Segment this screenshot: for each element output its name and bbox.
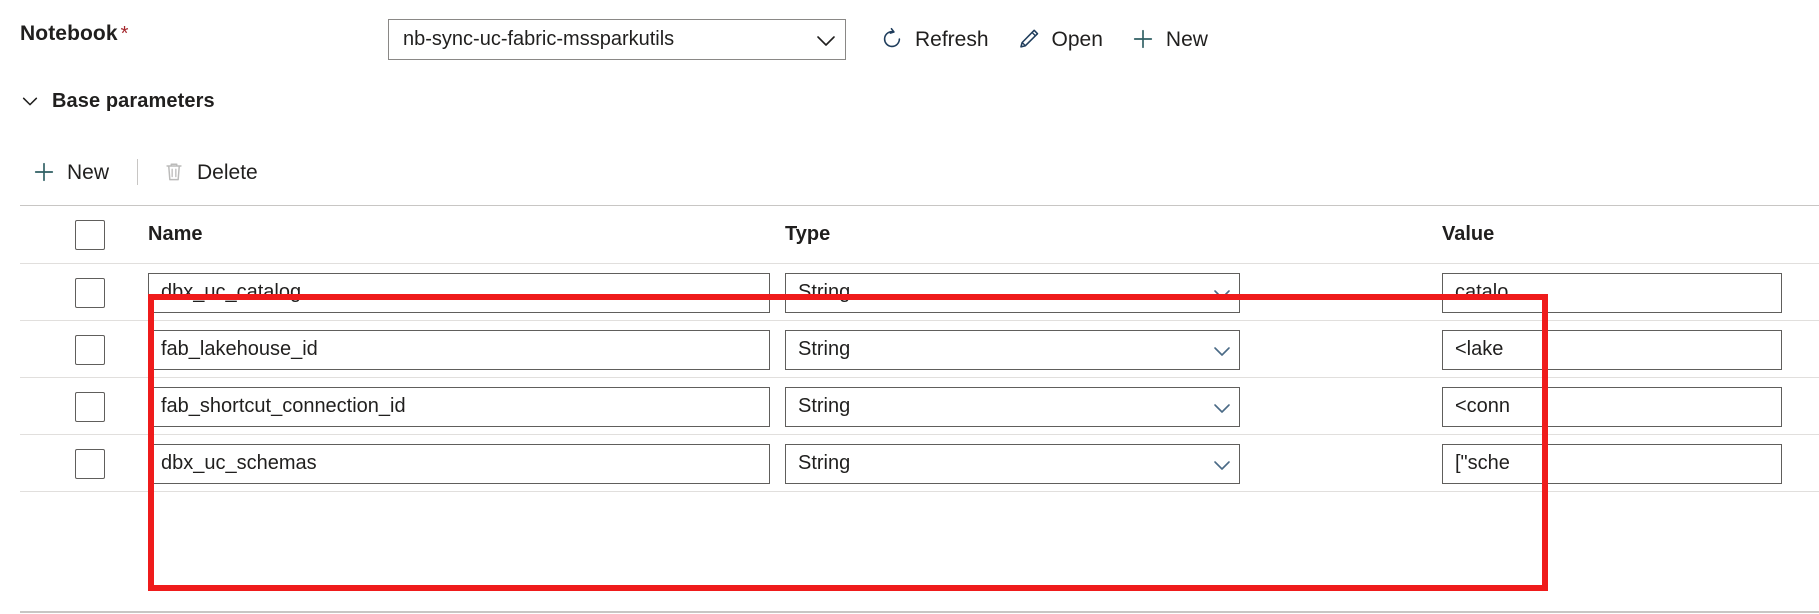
new-parameter-button[interactable]: New — [20, 151, 125, 193]
row-name-cell: dbx_uc_catalog — [130, 273, 785, 313]
table-row: dbx_uc_catalog String catalo — [20, 264, 1819, 321]
table-row: dbx_uc_schemas String ["sche — [20, 435, 1819, 492]
notebook-dropdown[interactable]: nb-sync-uc-fabric-mssparkutils — [388, 19, 846, 60]
plus-icon — [32, 160, 56, 184]
trash-icon — [162, 160, 186, 184]
row-checkbox[interactable] — [75, 278, 105, 308]
refresh-button[interactable]: Refresh — [866, 18, 1003, 60]
row-value-cell: ["sche — [1442, 444, 1819, 484]
column-header-type: Type — [785, 223, 830, 245]
row-type-cell: String — [785, 330, 1442, 370]
chevron-down-icon — [813, 27, 839, 53]
row-select-cell — [20, 335, 130, 365]
parameter-value-input[interactable]: <lake — [1442, 330, 1782, 370]
parameter-type-value: String — [798, 395, 1209, 418]
required-asterisk: * — [121, 23, 129, 45]
new-notebook-button-label: New — [1166, 29, 1208, 50]
row-type-cell: String — [785, 387, 1442, 427]
parameter-name-input[interactable]: fab_lakehouse_id — [148, 330, 770, 370]
chevron-down-icon — [1209, 280, 1235, 306]
chevron-down-icon — [1209, 451, 1235, 477]
delete-parameter-button-label: Delete — [197, 162, 258, 183]
row-value-cell: <conn — [1442, 387, 1819, 427]
chevron-down-icon — [1209, 394, 1235, 420]
table-bottom-rule — [20, 611, 1819, 613]
row-value-cell: <lake — [1442, 330, 1819, 370]
row-select-cell — [20, 449, 130, 479]
row-name-cell: dbx_uc_schemas — [130, 444, 785, 484]
parameter-value-input[interactable]: catalo — [1442, 273, 1782, 313]
parameter-type-value: String — [798, 281, 1209, 304]
row-name-cell: fab_shortcut_connection_id — [130, 387, 785, 427]
chevron-down-icon — [20, 91, 40, 111]
row-checkbox[interactable] — [75, 449, 105, 479]
column-header-name: Name — [148, 223, 202, 245]
chevron-down-icon — [1209, 337, 1235, 363]
row-type-cell: String — [785, 444, 1442, 484]
parameter-type-dropdown[interactable]: String — [785, 273, 1240, 313]
new-notebook-button[interactable]: New — [1117, 18, 1222, 60]
row-checkbox[interactable] — [75, 335, 105, 365]
notebook-selected-value: nb-sync-uc-fabric-mssparkutils — [403, 28, 813, 51]
table-row: fab_shortcut_connection_id String <conn — [20, 378, 1819, 435]
parameter-type-value: String — [798, 338, 1209, 361]
column-header-type-cell: Type — [785, 223, 1442, 246]
parameter-value-input[interactable]: ["sche — [1442, 444, 1782, 484]
pencil-icon — [1017, 27, 1041, 51]
plus-icon — [1131, 27, 1155, 51]
select-all-cell — [20, 220, 130, 250]
parameter-type-dropdown[interactable]: String — [785, 330, 1240, 370]
parameter-type-dropdown[interactable]: String — [785, 444, 1240, 484]
select-all-checkbox[interactable] — [75, 220, 105, 250]
parameter-name-input[interactable]: dbx_uc_catalog — [148, 273, 770, 313]
refresh-icon — [880, 27, 904, 51]
parameter-name-input[interactable]: dbx_uc_schemas — [148, 444, 770, 484]
toolbar-divider — [137, 159, 138, 185]
new-parameter-button-label: New — [67, 162, 109, 183]
open-button[interactable]: Open — [1003, 18, 1117, 60]
row-type-cell: String — [785, 273, 1442, 313]
open-button-label: Open — [1052, 29, 1103, 50]
parameters-toolbar: New Delete — [20, 150, 274, 194]
notebook-label-text: Notebook — [20, 22, 118, 45]
table-row: fab_lakehouse_id String <lake — [20, 321, 1819, 378]
base-parameters-title: Base parameters — [52, 90, 215, 113]
column-header-value: Value — [1442, 223, 1494, 245]
parameter-type-dropdown[interactable]: String — [785, 387, 1240, 427]
row-value-cell: catalo — [1442, 273, 1819, 313]
refresh-button-label: Refresh — [915, 29, 989, 50]
row-name-cell: fab_lakehouse_id — [130, 330, 785, 370]
row-select-cell — [20, 278, 130, 308]
parameter-value-input[interactable]: <conn — [1442, 387, 1782, 427]
notebook-field-row: Notebook* nb-sync-uc-fabric-mssparkutils… — [0, 0, 1819, 78]
column-header-name-cell: Name — [130, 223, 785, 246]
row-checkbox[interactable] — [75, 392, 105, 422]
base-parameters-section-header[interactable]: Base parameters — [20, 85, 215, 117]
column-header-value-cell: Value — [1442, 223, 1819, 246]
parameter-type-value: String — [798, 452, 1209, 475]
row-select-cell — [20, 392, 130, 422]
notebook-command-bar: Refresh Open New — [866, 18, 1222, 60]
parameter-name-input[interactable]: fab_shortcut_connection_id — [148, 387, 770, 427]
table-header-row: Name Type Value — [20, 206, 1819, 263]
notebook-label: Notebook* — [20, 22, 129, 46]
delete-parameter-button[interactable]: Delete — [150, 151, 274, 193]
